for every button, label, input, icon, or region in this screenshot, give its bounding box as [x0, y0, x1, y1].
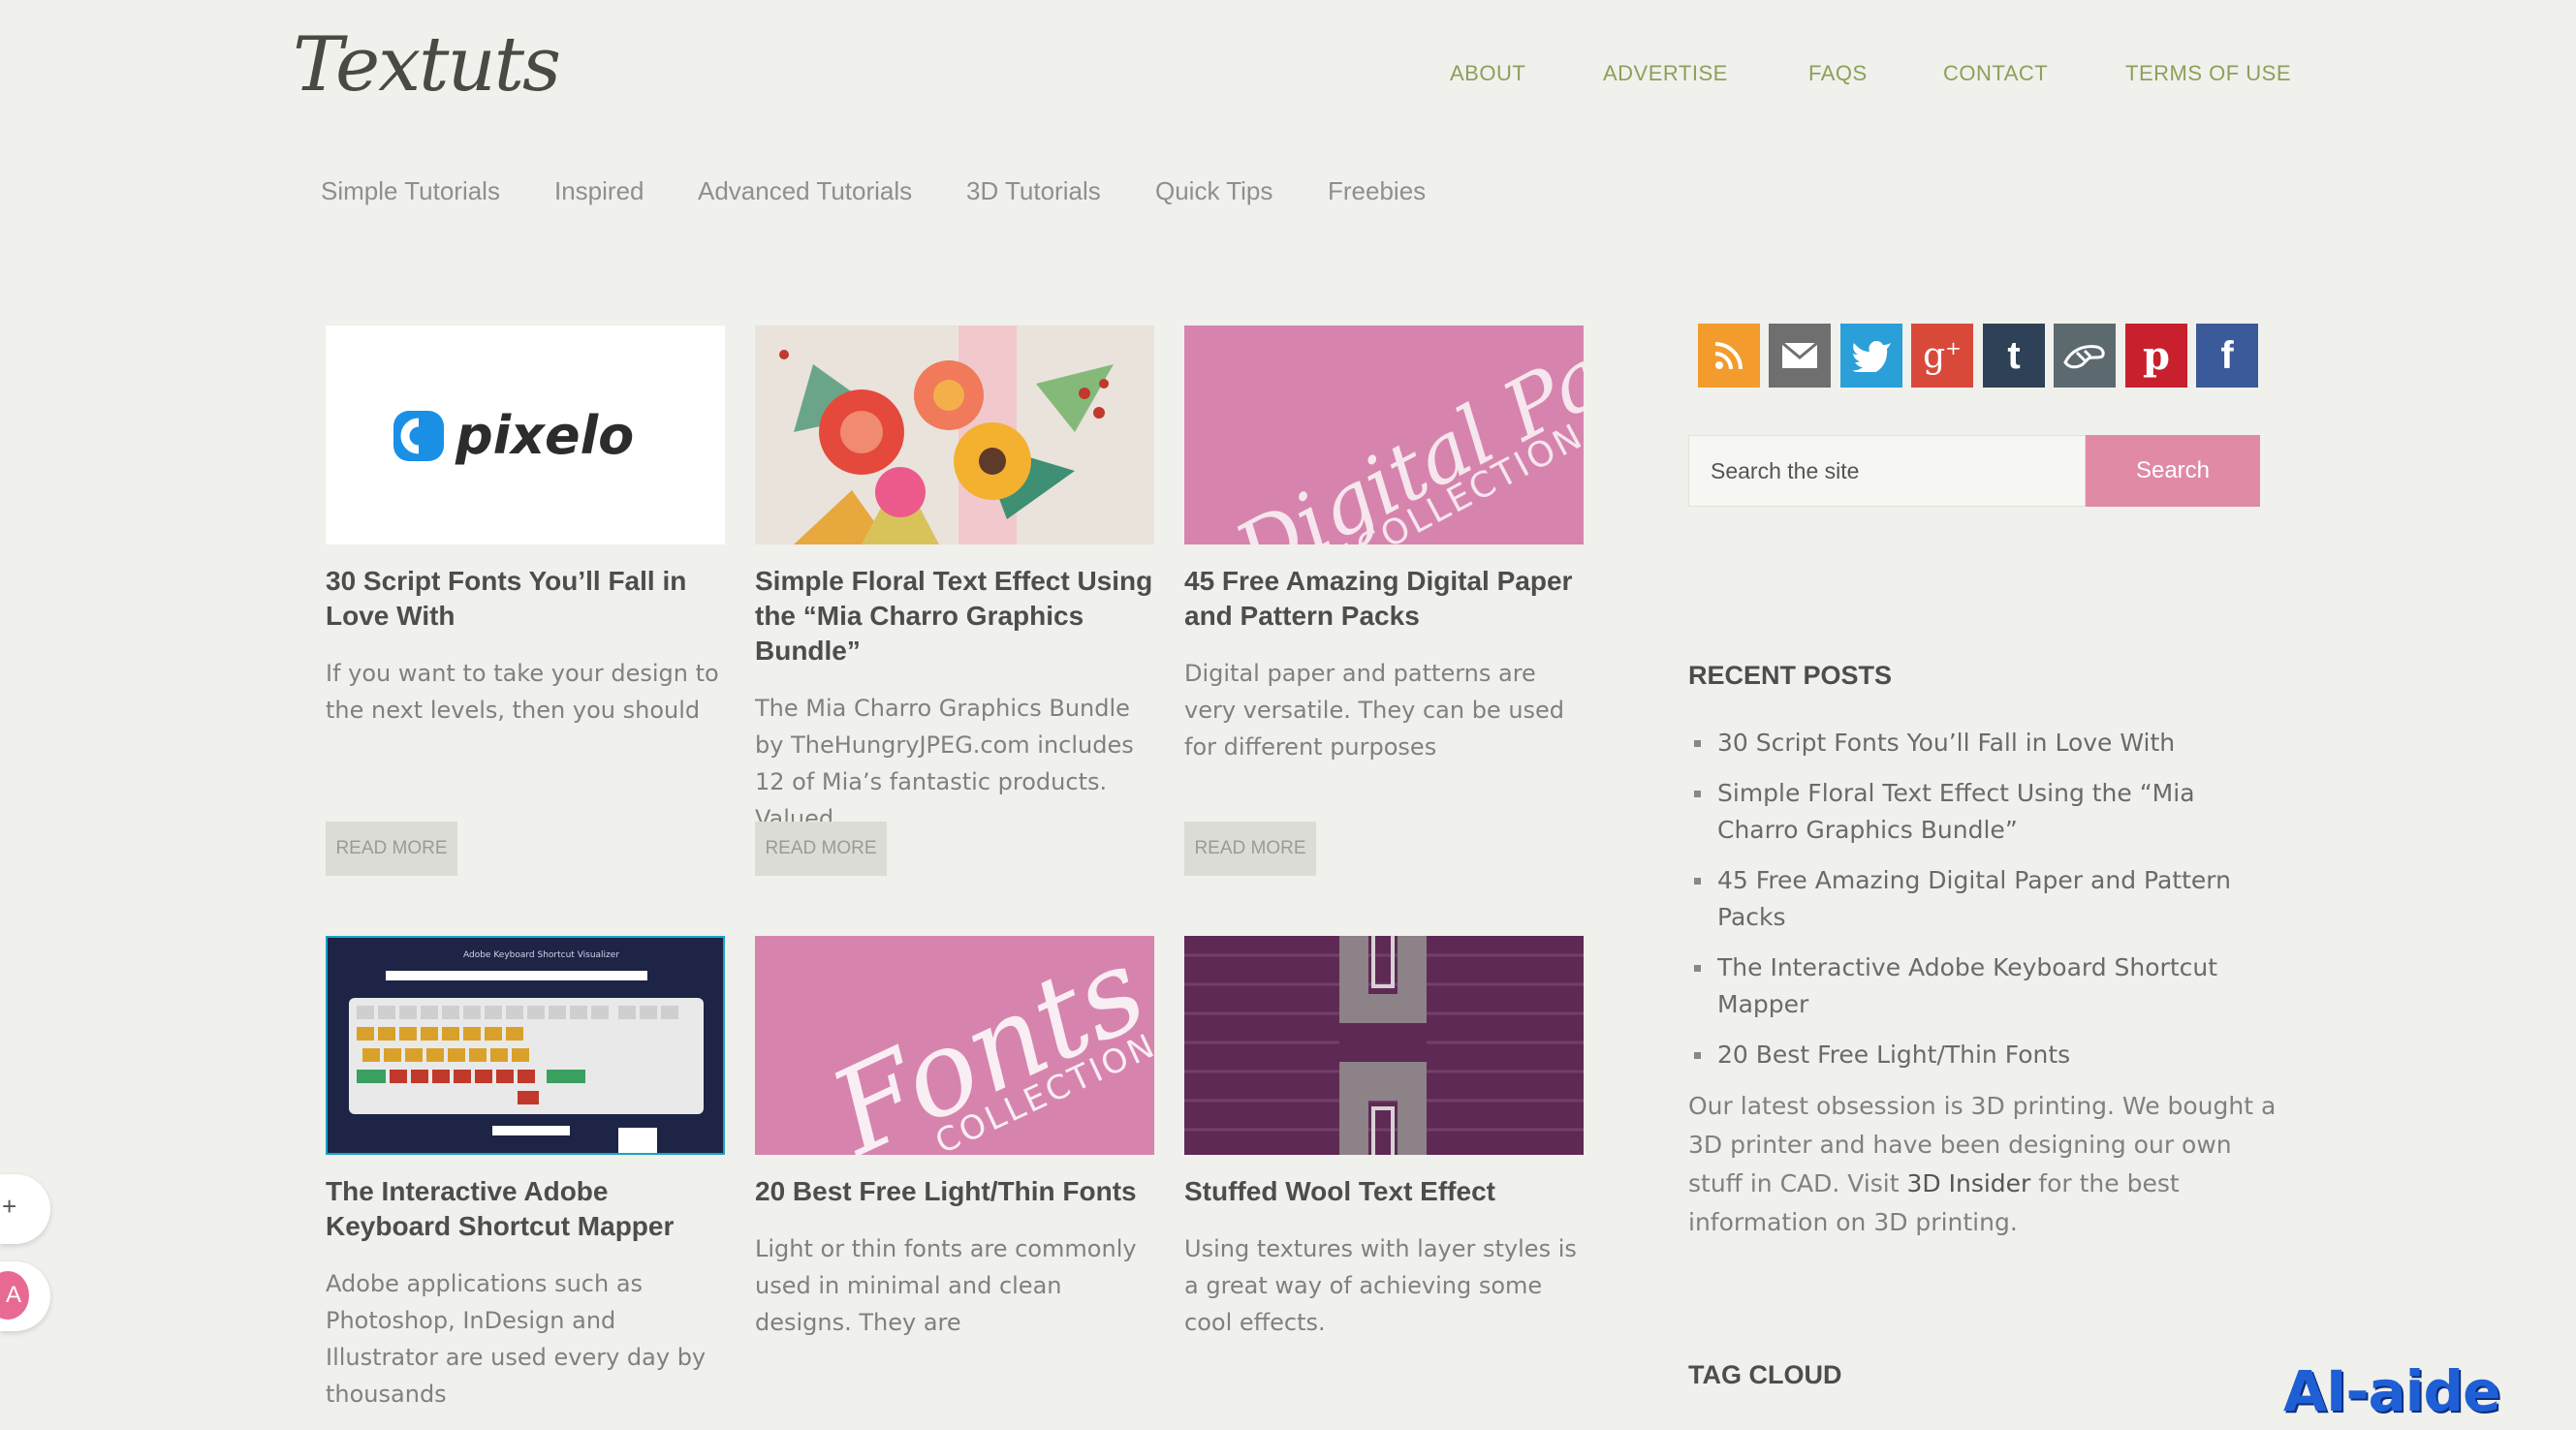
post-excerpt: Adobe applications such as Photoshop, In…: [326, 1270, 707, 1408]
plus-icon: +: [2, 1192, 17, 1221]
nav-advertise[interactable]: ADVERTISE: [1603, 61, 1728, 86]
cat-inspired[interactable]: Inspired: [554, 176, 644, 206]
recent-post-link[interactable]: 30 Script Fonts You’ll Fall in Love With: [1688, 725, 2270, 762]
post-title[interactable]: Stuffed Wool Text Effect: [1184, 1174, 1591, 1209]
search-input[interactable]: [1688, 435, 2086, 507]
pinterest-icon[interactable]: p: [2125, 324, 2187, 388]
post-title[interactable]: 20 Best Free Light/Thin Fonts: [755, 1174, 1162, 1209]
svg-text:pixelo: pixelo: [455, 405, 634, 466]
post-title[interactable]: 45 Free Amazing Digital Paper and Patter…: [1184, 564, 1591, 634]
recent-post-link[interactable]: Simple Floral Text Effect Using the “Mia…: [1688, 775, 2270, 849]
floating-tool-button[interactable]: +: [0, 1174, 50, 1244]
post-excerpt: The Mia Charro Graphics Bundle by TheHun…: [755, 695, 1134, 832]
recent-post-link[interactable]: 45 Free Amazing Digital Paper and Patter…: [1688, 862, 2270, 936]
site-logo[interactable]: Textuts: [293, 21, 561, 109]
recent-posts-heading: RECENT POSTS: [1688, 661, 1893, 690]
rss-icon[interactable]: [1698, 324, 1760, 388]
pixelo-logo: pixelo: [393, 405, 634, 466]
post-thumbnail[interactable]: pixelo: [326, 326, 725, 544]
post-thumbnail[interactable]: [755, 326, 1154, 544]
post-title[interactable]: 30 Script Fonts You’ll Fall in Love With: [326, 564, 733, 634]
recent-posts-list: 30 Script Fonts You’ll Fall in Love With…: [1688, 725, 2270, 1087]
fonts-collection-graphic: Fonts COLLECTION: [811, 936, 1154, 1155]
watermark-logo: AI-aide: [2283, 1358, 2500, 1424]
tumblr-icon[interactable]: t: [1983, 324, 2045, 388]
search-button[interactable]: Search: [2086, 435, 2260, 507]
post-title[interactable]: Simple Floral Text Effect Using the “Mia…: [755, 564, 1162, 668]
nav-contact[interactable]: CONTACT: [1943, 61, 2048, 86]
about-text: Our latest obsession is 3D printing. We …: [1688, 1092, 2277, 1236]
digital-paper-graphic: Digital Paper COLLECTION: [1219, 326, 1584, 544]
read-more-button[interactable]: READ MORE: [326, 822, 457, 876]
post-thumbnail[interactable]: Fonts COLLECTION: [755, 936, 1154, 1155]
post-excerpt: Using textures with layer styles is a gr…: [1184, 1235, 1577, 1336]
post-title[interactable]: The Interactive Adobe Keyboard Shortcut …: [326, 1174, 733, 1244]
facebook-icon[interactable]: f: [2196, 324, 2258, 388]
cat-freebies[interactable]: Freebies: [1328, 176, 1426, 206]
nav-about[interactable]: ABOUT: [1450, 61, 1525, 86]
post-thumbnail[interactable]: Adobe Keyboard Shortcut Visualizer: [326, 936, 725, 1155]
google-plus-icon[interactable]: g+: [1911, 324, 1973, 388]
cat-quick-tips[interactable]: Quick Tips: [1155, 176, 1272, 206]
translate-icon: A: [5, 1282, 21, 1308]
cat-advanced-tutorials[interactable]: Advanced Tutorials: [698, 176, 912, 206]
twitter-icon[interactable]: [1840, 324, 1902, 388]
floral-illustration: [755, 326, 1154, 544]
nav-faqs[interactable]: FAQS: [1808, 61, 1868, 86]
post-excerpt: Light or thin fonts are commonly used in…: [755, 1235, 1137, 1336]
3d-insider-link[interactable]: 3D Insider: [1907, 1169, 2031, 1197]
read-more-button[interactable]: READ MORE: [755, 822, 887, 876]
recent-post-link[interactable]: The Interactive Adobe Keyboard Shortcut …: [1688, 949, 2270, 1023]
read-more-button[interactable]: READ MORE: [1184, 822, 1316, 876]
floating-translate-button[interactable]: A: [0, 1261, 50, 1331]
wool-texture-graphic: [1184, 936, 1584, 1155]
post-excerpt: Digital paper and patterns are very vers…: [1184, 660, 1565, 761]
hand-icon[interactable]: [2054, 324, 2116, 388]
cat-simple-tutorials[interactable]: Simple Tutorials: [321, 176, 500, 206]
nav-terms[interactable]: TERMS OF USE: [2125, 61, 2291, 86]
post-thumbnail[interactable]: Digital Paper COLLECTION: [1184, 326, 1584, 544]
post-excerpt: If you want to take your design to the n…: [326, 660, 719, 724]
email-icon[interactable]: [1769, 324, 1831, 388]
cat-3d-tutorials[interactable]: 3D Tutorials: [966, 176, 1101, 206]
recent-post-link[interactable]: 20 Best Free Light/Thin Fonts: [1688, 1037, 2270, 1073]
keyboard-illustration: Adobe Keyboard Shortcut Visualizer: [349, 950, 704, 1153]
tag-cloud-heading: TAG CLOUD: [1688, 1360, 1842, 1389]
post-thumbnail[interactable]: [1184, 936, 1584, 1155]
svg-text:Adobe Keyboard Shortcut Visual: Adobe Keyboard Shortcut Visualizer: [463, 950, 619, 960]
